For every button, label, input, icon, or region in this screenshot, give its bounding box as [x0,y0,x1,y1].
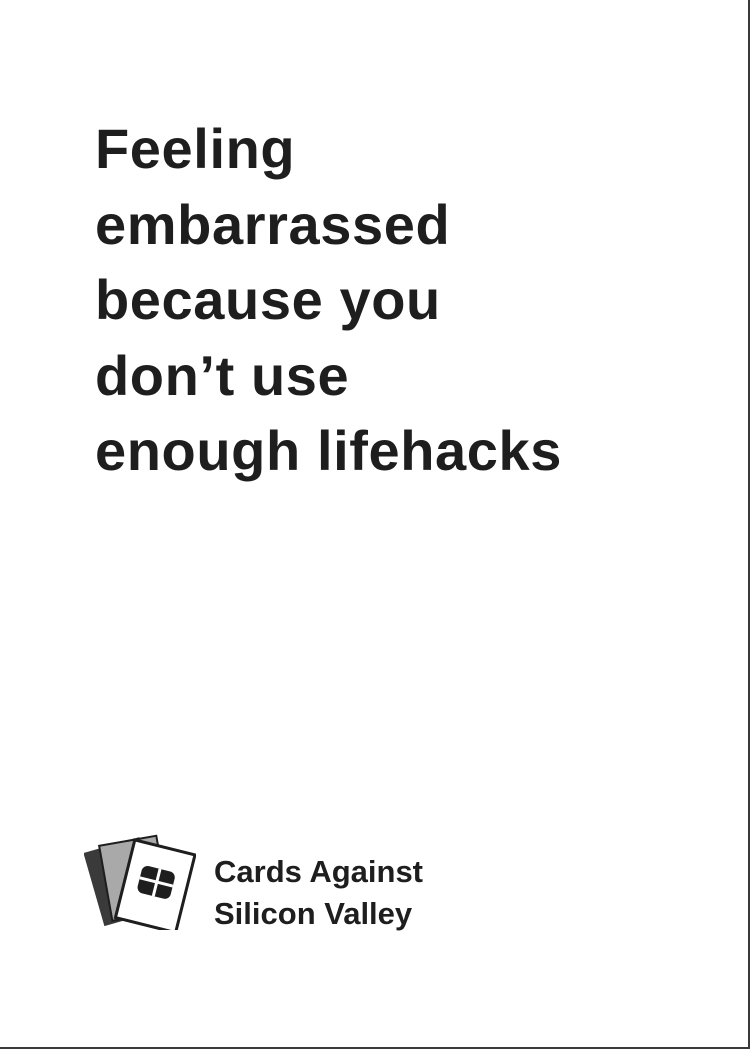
card-text-line: embarrassed [95,192,451,256]
stacked-cards-icon [84,834,196,930]
brand: Cards Against Silicon Valley [84,830,484,931]
card-text-line: Feeling [95,117,296,180]
card-text-line: don’t use [95,343,350,407]
brand-name-line-2: Silicon Valley [214,896,413,931]
brand-name-line-1: Cards Against [214,854,424,889]
card-text-line: enough lifehacks [95,419,563,482]
card-text: Feeling embarrassed because you don’t us… [95,111,715,489]
card-text-line: because you [95,268,441,331]
card: Feeling embarrassed because you don’t us… [0,0,750,1049]
brand-name: Cards Against Silicon Valley [214,851,423,935]
